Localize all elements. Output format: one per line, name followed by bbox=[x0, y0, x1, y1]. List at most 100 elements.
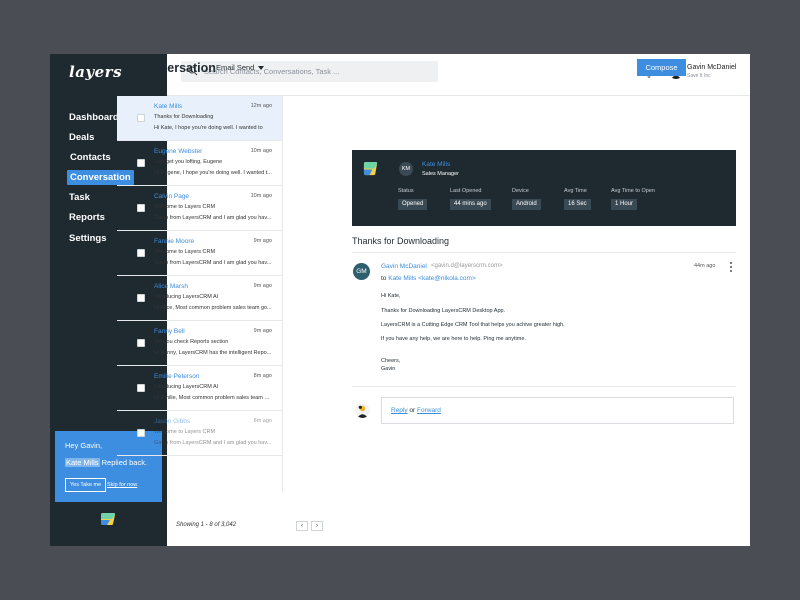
app-mark-icon bbox=[101, 513, 115, 525]
email-preview: Hi Emilie, Most common problem sales tea… bbox=[154, 395, 272, 401]
reply-link[interactable]: Reply bbox=[391, 407, 408, 414]
row-checkbox[interactable] bbox=[137, 114, 145, 122]
stat-label-last-opened: Last Opened bbox=[450, 188, 482, 194]
prev-page-button[interactable]: ‹ bbox=[296, 521, 308, 531]
email-preview: Hi Alice, Most common problem sales team… bbox=[154, 305, 272, 311]
email-preview: Hi Kate, I hope you're doing well. I wan… bbox=[154, 125, 263, 131]
app-mark-icon bbox=[363, 161, 378, 176]
email-subject: Thanks for Downloading bbox=[154, 114, 214, 120]
row-checkbox[interactable] bbox=[137, 159, 145, 167]
contact-info-card: KM Kate Mills Sales Manager Status Opene… bbox=[352, 150, 736, 226]
sender-address: <gavin.d@layerscrm.com> bbox=[431, 263, 503, 269]
contact-name: Alice Marsh bbox=[154, 283, 188, 290]
conversation-list: Kate Mills 12m ago Thanks for Downloadin… bbox=[117, 96, 283, 492]
email-preview: Gavin from LayersCRM and I am glad you h… bbox=[154, 440, 272, 446]
email-body-line: Cheers, bbox=[381, 358, 401, 364]
timestamp: 8m ago bbox=[253, 418, 272, 424]
email-subject: Lets get you lofting, Eugene bbox=[154, 159, 223, 165]
email-body-line: Hi Kate, bbox=[381, 293, 401, 299]
contact-role: Sales Manager bbox=[422, 171, 459, 177]
forward-link[interactable]: Forward bbox=[417, 407, 441, 414]
email-subject: Welcome to Layers CRM bbox=[154, 429, 216, 435]
sidebar-item-contacts[interactable]: Contacts bbox=[70, 152, 111, 163]
user-name[interactable]: Gavin McDaniel bbox=[687, 64, 736, 71]
timestamp: 10m ago bbox=[250, 193, 272, 199]
notification-greeting: Hey Gavin, bbox=[65, 441, 103, 450]
email-subject: Welcome to Layers CRM bbox=[154, 204, 216, 210]
list-item[interactable]: Fanny Bell 9m ago Did you check Reports … bbox=[117, 321, 282, 366]
stat-value-device: Android bbox=[512, 199, 541, 210]
email-preview: Hi Fanny, LayersCRM has the intelligent … bbox=[154, 350, 272, 356]
row-checkbox[interactable] bbox=[137, 339, 145, 347]
email-subject: Introducing LayersCRM AI bbox=[154, 384, 219, 390]
row-checkbox[interactable] bbox=[137, 384, 145, 392]
contact-name: Emilie Peterson bbox=[154, 373, 200, 380]
sender-name[interactable]: Gavin McDaniel bbox=[381, 263, 427, 270]
or-text: or bbox=[407, 407, 418, 414]
timestamp: 9m ago bbox=[253, 238, 272, 244]
email-subject: Introducing LayersCRM AI bbox=[154, 294, 219, 300]
list-item[interactable]: Alice Marsh 9m ago Introducing LayersCRM… bbox=[117, 276, 282, 321]
timestamp: 8m ago bbox=[253, 373, 272, 379]
contact-name[interactable]: Kate Mills bbox=[422, 161, 450, 168]
stat-value-avg-time-to-open: 1 Hour bbox=[611, 199, 638, 210]
list-item[interactable]: Fannie Moore 9m ago Welcome to Layers CR… bbox=[117, 231, 282, 276]
pagination-text: Showing 1 - 8 of 3,042 bbox=[176, 522, 237, 528]
sidebar-item-task[interactable]: Task bbox=[69, 192, 90, 203]
stat-label-avg-time-to-open: Avg Time to Open bbox=[611, 188, 655, 194]
email-preview: Gavin from LayersCRM and I am glad you h… bbox=[154, 260, 272, 266]
email-subject: Welcome to Layers CRM bbox=[154, 249, 216, 255]
reply-actions: Reply or Forward bbox=[391, 407, 441, 414]
stat-value-avg-time: 16 Sec bbox=[564, 199, 591, 210]
email-timestamp: 44m ago bbox=[694, 263, 716, 269]
recipient[interactable]: Kate Mills <kate@nikola.com> bbox=[388, 275, 476, 282]
to-prefix: to bbox=[381, 275, 387, 282]
timestamp: 9m ago bbox=[253, 283, 272, 289]
contact-name: Eugene Webster bbox=[154, 148, 203, 155]
timestamp: 9m ago bbox=[253, 328, 272, 334]
stat-label-device: Device bbox=[512, 188, 529, 194]
email-send-filter[interactable]: Email Send bbox=[216, 63, 265, 72]
contact-avatar: KM bbox=[399, 162, 413, 176]
my-avatar bbox=[355, 403, 370, 418]
compose-button[interactable]: Compose bbox=[637, 59, 686, 76]
timestamp: 12m ago bbox=[250, 103, 272, 109]
list-item[interactable]: Kate Mills 12m ago Thanks for Downloadin… bbox=[117, 96, 282, 141]
contact-name: Jason Gibbs bbox=[154, 418, 191, 425]
row-checkbox[interactable] bbox=[137, 249, 145, 257]
row-checkbox[interactable] bbox=[137, 294, 145, 302]
email-body-line: If you have any help, we are here to hel… bbox=[381, 336, 526, 342]
caret-down-icon bbox=[258, 66, 265, 71]
row-checkbox[interactable] bbox=[137, 429, 145, 437]
user-avatar-icon bbox=[357, 405, 368, 418]
email-thread-subject: Thanks for Downloading bbox=[352, 236, 450, 246]
sidebar-item-deals[interactable]: Deals bbox=[69, 132, 94, 143]
contact-name: Kate Mills bbox=[154, 103, 183, 110]
email-body-line: Gavin bbox=[381, 366, 396, 372]
app-logo[interactable]: layers bbox=[69, 63, 122, 81]
stat-value-status: Opened bbox=[398, 199, 428, 210]
list-item[interactable]: Eugene Webster 10m ago Lets get you loft… bbox=[117, 141, 282, 186]
timestamp: 10m ago bbox=[250, 148, 272, 154]
stat-label-avg-time: Avg Time bbox=[564, 188, 587, 194]
recipient-line: to Kate Mills <kate@nikola.com> bbox=[381, 275, 476, 282]
email-preview: Hi Eugene, I hope you're doing well. I w… bbox=[154, 170, 272, 176]
page-title: Conversation bbox=[136, 61, 216, 75]
row-checkbox[interactable] bbox=[137, 204, 145, 212]
divider bbox=[352, 386, 736, 387]
sidebar-item-settings[interactable]: Settings bbox=[69, 233, 106, 244]
take-me-button[interactable]: Yes Take me bbox=[65, 478, 107, 492]
contact-name: Calvin Page bbox=[154, 193, 190, 200]
next-page-button[interactable]: › bbox=[311, 521, 323, 531]
reply-box[interactable]: Reply or Forward bbox=[381, 397, 734, 424]
email-body-line: Thanks for Downloading LayersCRM Desktop… bbox=[381, 308, 506, 314]
sidebar-item-reports[interactable]: Reports bbox=[69, 212, 105, 223]
filter-label: Email Send bbox=[216, 63, 255, 72]
contact-name: Fannie Moore bbox=[154, 238, 195, 245]
list-item[interactable]: Emilie Peterson 8m ago Introducing Layer… bbox=[117, 366, 282, 411]
list-item[interactable]: Calvin Page 10m ago Welcome to Layers CR… bbox=[117, 186, 282, 231]
more-options-icon[interactable] bbox=[729, 261, 733, 273]
sidebar-item-dashboard[interactable]: Dashboard bbox=[69, 112, 119, 123]
list-item[interactable]: Jason Gibbs 8m ago Welcome to Layers CRM… bbox=[117, 411, 282, 456]
email-body-line: LayersCRM is a Cutting Edge CRM Tool tha… bbox=[381, 322, 565, 328]
